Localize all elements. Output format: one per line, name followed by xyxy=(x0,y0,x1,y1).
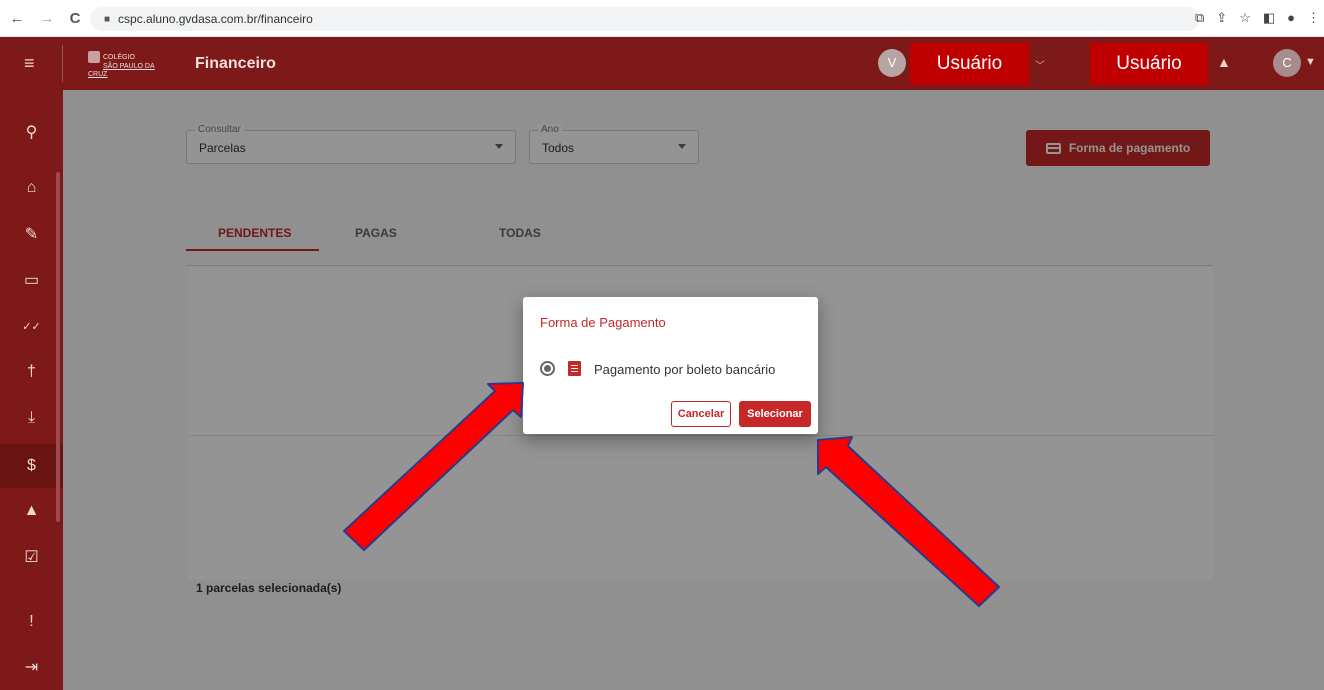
logo-small-text: COLÉGIO xyxy=(103,53,135,61)
school-logo[interactable]: COLÉGIO SÃO PAULO DA CRUZ xyxy=(88,51,174,78)
profile-icon[interactable]: ● xyxy=(1287,10,1295,26)
open-in-icon[interactable]: ⧉ xyxy=(1195,10,1204,26)
chevron-down-icon[interactable]: ﹀ xyxy=(1035,57,1045,72)
user-name-label: Usuário xyxy=(910,43,1029,85)
sidebar-scrollbar[interactable] xyxy=(56,172,60,522)
select-button[interactable]: Selecionar xyxy=(739,401,811,427)
home-icon[interactable]: ⌂ xyxy=(0,166,63,210)
user-avatar[interactable]: C xyxy=(1273,49,1301,77)
page-title: Financeiro xyxy=(195,55,276,72)
reload-icon[interactable]: C xyxy=(64,10,86,27)
app-header: ≡ COLÉGIO SÃO PAULO DA CRUZ Financeiro V… xyxy=(0,37,1324,90)
logout-icon[interactable]: ⇥ xyxy=(0,645,63,689)
download-icon[interactable]: ⤓ xyxy=(0,396,63,440)
calendar-icon[interactable]: ▭ xyxy=(0,258,63,302)
back-icon[interactable]: ← xyxy=(6,10,28,27)
user-name-label-2: Usuário xyxy=(1090,43,1208,85)
header-divider xyxy=(62,45,63,82)
hamburger-menu-icon[interactable]: ≡ xyxy=(24,53,35,74)
caret-down-icon[interactable]: ▼ xyxy=(1305,56,1316,68)
menu-kebab-icon[interactable]: ⋮ xyxy=(1307,10,1320,26)
sidepanel-icon[interactable]: ◧ xyxy=(1263,10,1275,26)
boleto-option-label[interactable]: Pagamento por boleto bancário xyxy=(594,362,775,377)
browser-toolbar: ← → C ■ cspc.aluno.gvdasa.com.br/finance… xyxy=(0,0,1324,37)
lock-icon: ■ xyxy=(104,13,111,25)
address-bar[interactable]: ■ cspc.aluno.gvdasa.com.br/financeiro xyxy=(90,7,1200,31)
payment-method-dialog: Forma de Pagamento Pagamento por boleto … xyxy=(523,297,818,434)
accessibility-icon[interactable]: † xyxy=(0,350,63,394)
url-text: cspc.aluno.gvdasa.com.br/financeiro xyxy=(118,12,313,26)
feedback-icon[interactable]: ! xyxy=(0,600,63,644)
bookmark-star-icon[interactable]: ☆ xyxy=(1239,10,1251,26)
logo-name: SÃO PAULO DA CRUZ xyxy=(88,63,155,78)
cancel-button[interactable]: Cancelar xyxy=(671,401,731,427)
share-icon[interactable]: ⇪ xyxy=(1216,10,1227,26)
boleto-radio[interactable] xyxy=(540,361,555,376)
browser-actions: ⧉ ⇪ ☆ ◧ ● ⋮ xyxy=(1195,10,1320,26)
pencil-icon[interactable]: ✎ xyxy=(0,212,63,256)
dialog-title: Forma de Pagamento xyxy=(540,315,666,330)
forward-icon[interactable]: → xyxy=(36,10,58,27)
sidebar: ⚲ ⌂ ✎ ▭ ✓✓ † ⤓ $ ▲ ☑! ⇥ xyxy=(0,90,63,690)
clipboard-check-icon[interactable]: ☑ xyxy=(0,535,63,579)
notification-bell-icon[interactable]: ▲ xyxy=(1217,54,1231,70)
bell-icon[interactable]: ▲ xyxy=(0,489,63,533)
dollar-icon[interactable]: $ xyxy=(0,444,63,488)
crest-icon xyxy=(88,51,100,63)
avatar[interactable]: V xyxy=(878,49,906,77)
double-check-icon[interactable]: ✓✓ xyxy=(0,304,63,348)
search-icon[interactable]: ⚲ xyxy=(0,110,63,154)
boleto-icon xyxy=(568,361,581,376)
